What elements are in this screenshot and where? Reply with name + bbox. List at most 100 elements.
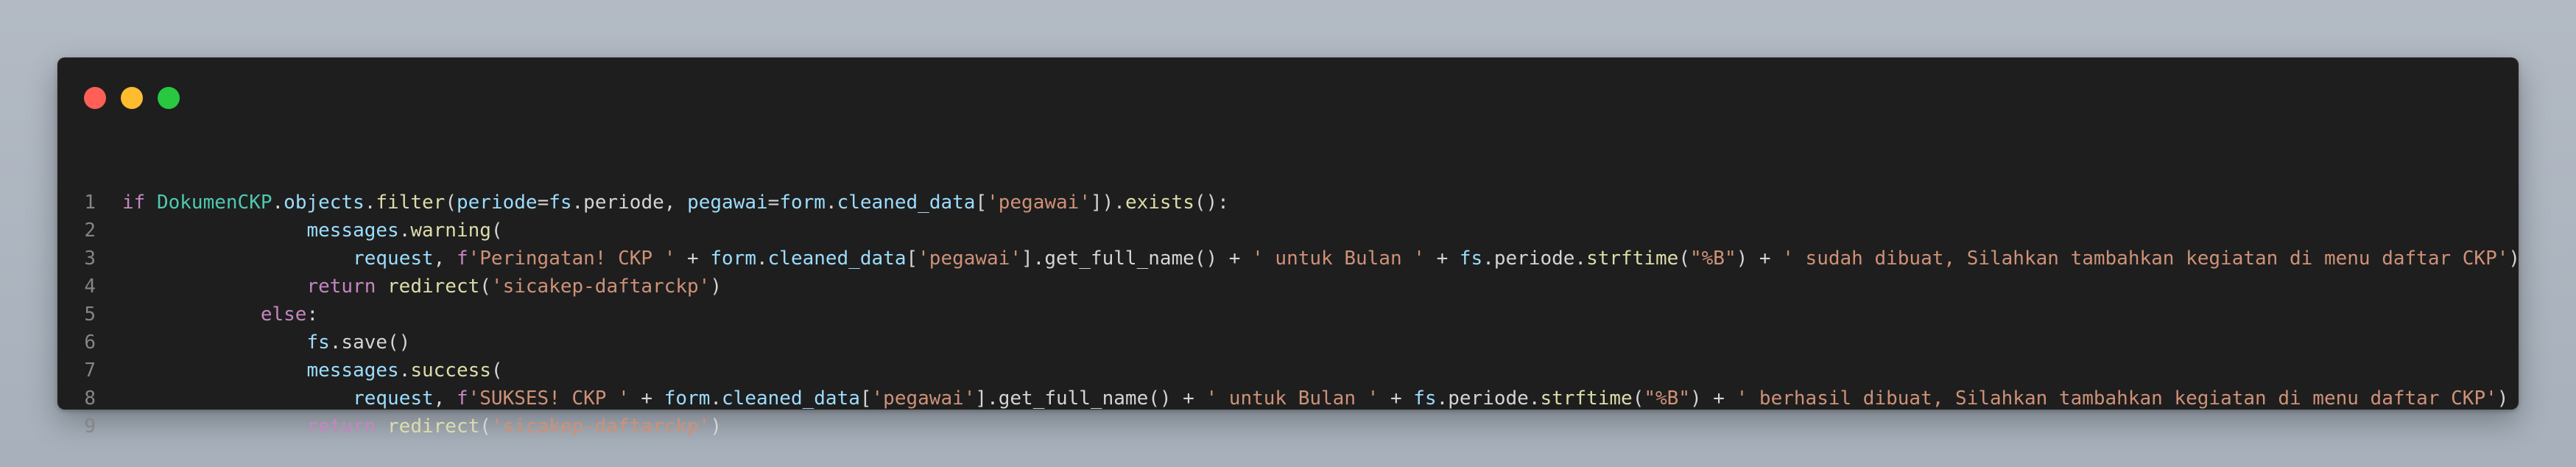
code-token: messages (306, 359, 399, 382)
code-token: exists (1125, 192, 1194, 214)
code-token: ' untuk Bulan ' (1252, 247, 1425, 270)
code-token: strftime (1540, 387, 1633, 410)
close-window-button[interactable] (84, 87, 106, 109)
code-window: 1 if DokumenCKP.objects.filter(periode=fs… (57, 57, 2520, 438)
code-text: messages.warning( (122, 217, 502, 245)
window-titlebar (57, 57, 2519, 138)
code-token: cleaned_data (837, 192, 976, 214)
line-number: 2 (84, 220, 96, 242)
line-number: 3 (84, 247, 96, 270)
code-text: messages.success( (122, 357, 502, 385)
code-token: DokumenCKP (156, 192, 272, 214)
code-text: else: (122, 301, 318, 329)
code-token: + (629, 387, 664, 410)
code-token: form (664, 387, 711, 410)
code-token: + (1379, 387, 1414, 410)
line-number: 8 (84, 387, 96, 410)
code-token: ( (479, 275, 491, 298)
code-token: ].get_full_name() + (1021, 247, 1253, 270)
code-token: ) (2508, 247, 2521, 270)
code-token: ( (479, 415, 491, 438)
minimize-window-button[interactable] (121, 87, 143, 109)
maximize-window-button[interactable] (158, 87, 180, 109)
code-token: f (456, 387, 468, 410)
code-token: 'pegawai' (918, 247, 1022, 270)
code-token: warning (410, 220, 491, 242)
code-token: ) + (1690, 387, 1736, 410)
code-token: ( (1632, 387, 1644, 410)
code-token: (): (1194, 192, 1229, 214)
code-token: fs (1459, 247, 1483, 270)
code-token: = (537, 192, 549, 214)
code-token: .periode. (1482, 247, 1587, 270)
code-token: .periode, (571, 192, 688, 214)
code-token: .save() (329, 331, 411, 354)
code-token: 'sicakep-daftarckp' (490, 415, 711, 438)
code-token: ) (710, 275, 722, 298)
code-token: form (779, 192, 826, 214)
code-token: ) (2496, 387, 2509, 410)
code-token: redirect (387, 415, 480, 438)
code-token: cleaned_data (767, 247, 907, 270)
code-token: return (306, 415, 376, 438)
code-token: fs (306, 331, 330, 354)
code-token: [ (975, 192, 988, 214)
code-token: f (456, 247, 468, 270)
code-token: fs (1413, 387, 1437, 410)
code-token: "%B" (1689, 247, 1736, 270)
code-token: form (710, 247, 756, 270)
code-token: 'pegawai' (871, 387, 976, 410)
code-token: ) (710, 415, 722, 438)
code-token: cleaned_data (722, 387, 860, 410)
code-token: . (825, 192, 837, 214)
code-text: request, f'SUKSES! CKP ' + form.cleaned_… (122, 385, 2508, 412)
code-token: ( (445, 192, 457, 214)
code-token: . (756, 247, 768, 270)
code-token: . (398, 359, 411, 382)
code-token: ]). (1090, 192, 1125, 214)
line-number: 5 (84, 303, 96, 326)
code-token: request (353, 387, 434, 410)
code-token: filter (376, 192, 446, 214)
code-token: . (710, 387, 722, 410)
code-text: request, f'Peringatan! CKP ' + form.clea… (122, 245, 2520, 273)
code-token: objects (284, 192, 365, 214)
code-token: if (122, 192, 146, 214)
code-token: redirect (387, 275, 480, 298)
code-text: return redirect('sicakep-daftarckp') (122, 412, 722, 440)
line-number: 7 (84, 359, 96, 382)
code-token: ].get_full_name() + (975, 387, 1206, 410)
code-token: ) + (1736, 247, 1783, 270)
code-text: return redirect('sicakep-daftarckp') (122, 273, 722, 301)
line-number: 6 (84, 331, 96, 354)
code-token: ( (1678, 247, 1690, 270)
code-token: , (433, 247, 457, 270)
code-text: fs.save() (122, 329, 410, 357)
code-token: .periode. (1436, 387, 1541, 410)
code-token: 'sicakep-daftarckp' (490, 275, 711, 298)
code-token: = (767, 192, 780, 214)
code-token: ' untuk Bulan ' (1206, 387, 1379, 410)
code-token: "%B" (1644, 387, 1690, 410)
code-token: : (306, 303, 319, 326)
code-token: ' sudah dibuat, Silahkan tambahkan kegia… (1782, 247, 2509, 270)
code-token: messages (306, 220, 399, 242)
code-token: request (353, 247, 434, 270)
line-number: 1 (84, 192, 96, 214)
code-token: . (398, 220, 411, 242)
code-token: . (272, 192, 284, 214)
code-text: if DokumenCKP.objects.filter(periode=fs.… (122, 189, 1229, 217)
code-token: ' berhasil dibuat, Silahkan tambahkan ke… (1736, 387, 2497, 410)
code-token: else (260, 303, 307, 326)
code-token: [ (859, 387, 872, 410)
code-token: pegawai (687, 192, 768, 214)
line-number: 9 (84, 415, 96, 438)
code-token: periode (456, 192, 538, 214)
